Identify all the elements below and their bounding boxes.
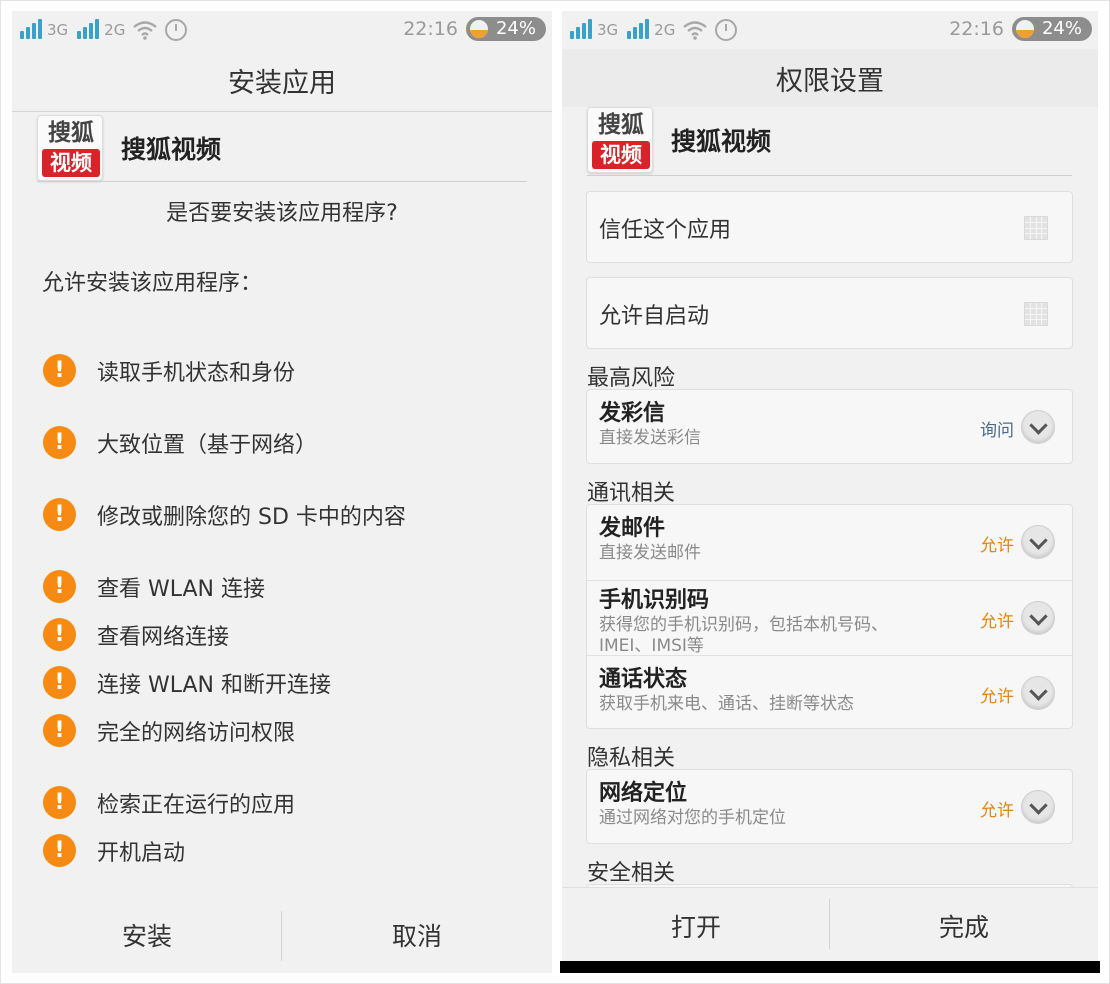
autostart-toggle-row[interactable]: 允许自启动 (586, 277, 1073, 349)
warning-icon: ! (43, 570, 76, 603)
signal-icon (75, 19, 101, 41)
wifi-icon (133, 21, 158, 40)
permission-item: ! 大致位置（基于网络） (43, 426, 317, 459)
app-name: 搜狐视频 (121, 135, 222, 164)
signal-icon (18, 19, 44, 41)
warning-icon: ! (43, 714, 76, 747)
status-bar: 3G 2G 22:16 24% (562, 11, 1098, 49)
open-button[interactable]: 打开 (562, 908, 830, 944)
battery-icon (469, 20, 488, 38)
action-bar: 安装 取消 (12, 917, 552, 957)
warning-icon: ! (43, 354, 76, 387)
app-icon-bottom-text: 视频 (592, 141, 650, 169)
permission-status: 允许 (980, 536, 1014, 556)
install-button[interactable]: 安装 (12, 917, 282, 957)
signal-icon (625, 19, 651, 41)
alarm-icon (715, 19, 738, 41)
section-label-highest-risk: 最高风险 (587, 366, 676, 391)
permission-group: 发彩信 直接发送彩信 询问 (586, 389, 1073, 464)
app-icon-bottom-text: 视频 (42, 149, 100, 177)
permission-status: 允许 (980, 687, 1014, 707)
section-label-privacy: 隐私相关 (587, 746, 676, 771)
battery-level: 24% (495, 18, 536, 39)
app-icon-top-text: 搜狐 (48, 119, 94, 146)
chevron-down-icon[interactable] (1021, 601, 1055, 635)
action-bar: 打开 完成 (562, 887, 1098, 963)
network-type-1: 3G (47, 21, 69, 39)
page-title: 安装应用 (12, 49, 552, 112)
battery-indicator: 24% (465, 17, 546, 41)
button-divider (829, 899, 830, 949)
permission-item: ! 查看网络连接 (43, 618, 229, 651)
chevron-down-icon[interactable] (1021, 790, 1055, 824)
permission-row-network-location[interactable]: 网络定位 通过网络对您的手机定位 允许 (587, 770, 1072, 845)
app-name: 搜狐视频 (671, 127, 772, 156)
warning-icon: ! (43, 498, 76, 531)
permission-group: 网络定位 通过网络对您的手机定位 允许 (586, 769, 1073, 844)
permission-item: ! 检索正在运行的应用 (43, 786, 295, 819)
app-icon-top-text: 搜狐 (598, 111, 644, 138)
permission-item: ! 修改或删除您的 SD 卡中的内容 (43, 498, 406, 531)
permission-row-call-state[interactable]: 通话状态 获取手机来电、通话、挂断等状态 允许 (587, 655, 1072, 730)
battery-indicator: 24% (1011, 17, 1092, 41)
wifi-icon (683, 21, 708, 40)
status-time: 22:16 (403, 18, 458, 40)
section-label-communication: 通讯相关 (587, 481, 676, 506)
warning-icon: ! (43, 834, 76, 867)
warning-icon: ! (43, 666, 76, 699)
permission-row-device-id[interactable]: 手机识别码 获得您的手机识别码，包括本机号码、IMEI、IMSI等 允许 (587, 580, 1072, 655)
status-bar: 3G 2G 22:16 24% (12, 11, 552, 49)
install-question: 是否要安装该应用程序? (166, 201, 398, 226)
app-header: 搜狐 视频 搜狐视频 (37, 115, 221, 181)
permission-item: ! 查看 WLAN 连接 (43, 570, 265, 603)
permission-item: ! 完全的网络访问权限 (43, 714, 295, 747)
app-header: 搜狐 视频 搜狐视频 (587, 107, 771, 173)
network-type-1: 3G (597, 21, 619, 39)
warning-icon: ! (43, 426, 76, 459)
install-screen: 3G 2G 22:16 24% 安装应用 搜狐 视频 搜狐视频 是否要安装该应用… (12, 11, 552, 973)
trust-app-label: 信任这个应用 (599, 218, 732, 243)
screenshot-frame: 3G 2G 22:16 24% 安装应用 搜狐 视频 搜狐视频 是否要安装该应用… (0, 0, 1110, 984)
chevron-down-icon[interactable] (1021, 525, 1055, 559)
permission-row-email[interactable]: 发邮件 直接发送邮件 允许 (587, 505, 1072, 580)
app-icon: 搜狐 视频 (37, 115, 103, 181)
status-time: 22:16 (949, 18, 1004, 40)
battery-icon (1015, 20, 1034, 38)
permission-row-mms[interactable]: 发彩信 直接发送彩信 询问 (587, 390, 1072, 465)
section-label-security: 安全相关 (587, 861, 676, 886)
trust-app-toggle-row[interactable]: 信任这个应用 (586, 191, 1073, 263)
permission-status: 允许 (980, 801, 1014, 821)
permission-settings-screen: 3G 2G 22:16 24% 权限设置 搜狐 视频 搜狐视频 信任这个应用 允… (562, 11, 1098, 963)
battery-level: 24% (1041, 18, 1082, 39)
allow-heading: 允许安装该应用程序： (42, 271, 263, 296)
warning-icon: ! (43, 786, 76, 819)
permission-item: ! 连接 WLAN 和断开连接 (43, 666, 331, 699)
cancel-button[interactable]: 取消 (282, 917, 552, 957)
divider (37, 181, 527, 182)
network-type-2: 2G (654, 21, 676, 39)
screen-edge (560, 961, 1100, 973)
checkbox-grid-icon[interactable] (1024, 216, 1048, 240)
network-type-2: 2G (104, 21, 126, 39)
divider (587, 175, 1072, 176)
chevron-down-icon[interactable] (1021, 676, 1055, 710)
permission-status: 允许 (980, 612, 1014, 632)
permission-status: 询问 (980, 421, 1014, 441)
permission-item: ! 读取手机状态和身份 (43, 354, 295, 387)
permission-item: ! 开机启动 (43, 834, 185, 867)
chevron-down-icon[interactable] (1021, 410, 1055, 444)
signal-icon (568, 19, 594, 41)
autostart-label: 允许自启动 (599, 304, 710, 329)
permission-group: 发邮件 直接发送邮件 允许 手机识别码 获得您的手机识别码，包括本机号码、IME… (586, 504, 1073, 729)
checkbox-grid-icon[interactable] (1024, 302, 1048, 326)
page-title: 权限设置 (562, 49, 1098, 107)
done-button[interactable]: 完成 (830, 908, 1098, 944)
button-divider (281, 911, 282, 961)
alarm-icon (165, 19, 188, 41)
app-icon: 搜狐 视频 (587, 107, 653, 173)
warning-icon: ! (43, 618, 76, 651)
